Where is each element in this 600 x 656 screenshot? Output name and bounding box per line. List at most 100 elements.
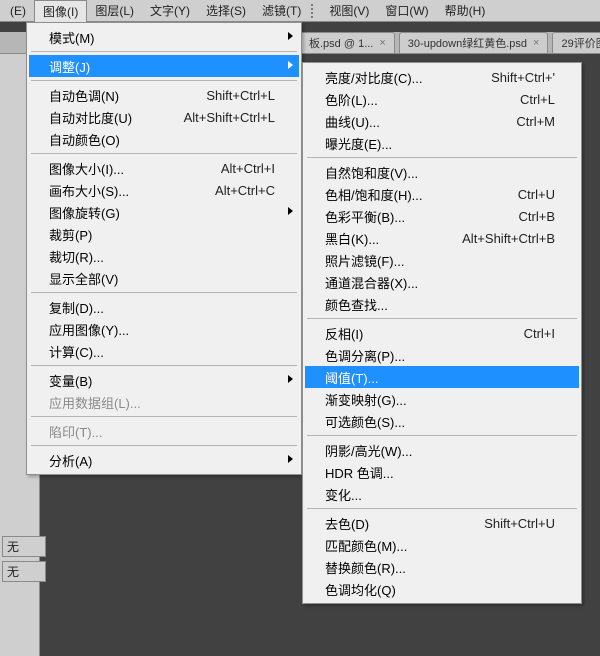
menu-item-label: 颜色查找... [325,295,555,314]
tab-label: 板.psd @ 1... [309,35,373,51]
menu-item-label: 复制(D)... [49,298,275,317]
image-menu-item[interactable]: 自动色调(N) Shift+Ctrl+L [29,84,299,106]
image-menu-item[interactable]: 分析(A) [29,449,299,471]
menu-item-label: 色调分离(P)... [325,346,555,365]
menu-item-label: 画布大小(S)... [49,181,187,200]
menu-select[interactable]: 选择(S) [198,0,254,21]
menu-edit[interactable]: (E) [2,2,34,20]
adjust-menu-item[interactable]: 阈值(T)... [305,366,579,388]
close-icon[interactable]: × [533,37,539,49]
image-menu-item[interactable]: 自动颜色(O) [29,128,299,150]
adjust-menu-item[interactable]: 曲线(U)...Ctrl+M [305,110,579,132]
menu-item-shortcut: Ctrl+L [520,92,555,107]
menu-item-shortcut: Shift+Ctrl+L [206,88,275,103]
image-menu-item[interactable]: 调整(J) [29,55,299,77]
menu-item-label: 调整(J) [49,57,275,76]
menu-item-label: 替换颜色(R)... [325,558,555,577]
adjust-menu-item[interactable]: 替换颜色(R)... [305,556,579,578]
menu-item-label: 应用图像(Y)... [49,320,275,339]
adjust-menu-item[interactable]: 可选颜色(S)... [305,410,579,432]
adjust-menu-item[interactable]: 去色(D)Shift+Ctrl+U [305,512,579,534]
image-menu-item[interactable]: 画布大小(S)... Alt+Ctrl+C [29,179,299,201]
image-menu-item[interactable]: 变量(B) [29,369,299,391]
adjust-menu-item[interactable]: 匹配颜色(M)... [305,534,579,556]
adjust-menu-separator [307,508,577,509]
submenu-arrow-icon [288,207,293,215]
menu-filter[interactable]: 滤镜(T) [254,0,309,21]
adjust-menu-item[interactable]: 色阶(L)... Ctrl+L [305,88,579,110]
menu-item-label: 图像大小(I)... [49,159,193,178]
menu-item-label: 裁剪(P) [49,225,275,244]
menu-item-shortcut: Ctrl+I [524,326,555,341]
image-menu-item[interactable]: 应用图像(Y)... [29,318,299,340]
image-menu-item[interactable]: 模式(M) [29,26,299,48]
menu-layer[interactable]: 图层(L) [87,0,142,21]
menu-window[interactable]: 窗口(W) [377,0,436,21]
adjust-menu-item[interactable]: 色相/饱和度(H)...Ctrl+U [305,183,579,205]
menu-item-label: HDR 色调... [325,463,555,482]
image-menu-item[interactable]: 显示全部(V) [29,267,299,289]
adjust-menu-item[interactable]: 照片滤镜(F)... [305,249,579,271]
adjust-menu-item[interactable]: 通道混合器(X)... [305,271,579,293]
menu-item-label: 图像旋转(G) [49,203,275,222]
adjust-menu-item[interactable]: 亮度/对比度(C)...Shift+Ctrl+' [305,66,579,88]
adjust-menu-item[interactable]: 颜色查找... [305,293,579,315]
adjust-menu-item[interactable]: 变化... [305,483,579,505]
menu-item-label: 可选颜色(S)... [325,412,555,431]
menu-item-label: 模式(M) [49,28,275,47]
adjust-menu-item[interactable]: 色调均化(Q) [305,578,579,600]
menu-item-label: 黑白(K)... [325,229,434,248]
dropdown-none-1[interactable]: 无 [2,536,46,557]
image-menu-item[interactable]: 自动对比度(U)Alt+Shift+Ctrl+L [29,106,299,128]
image-menu-item[interactable]: 裁剪(P) [29,223,299,245]
image-menu-separator [31,153,297,154]
dropdown-none-2[interactable]: 无 [2,561,46,582]
adjust-menu-item[interactable]: 色调分离(P)... [305,344,579,366]
menu-item-label: 曲线(U)... [325,112,488,131]
image-menu-item[interactable]: 裁切(R)... [29,245,299,267]
menu-item-label: 陷印(T)... [49,422,275,441]
image-menu-separator [31,445,297,446]
image-menu-item[interactable]: 图像大小(I)...Alt+Ctrl+I [29,157,299,179]
submenu-arrow-icon [288,61,293,69]
menu-item-label: 自动对比度(U) [49,108,156,127]
image-menu-item[interactable]: 复制(D)... [29,296,299,318]
adjust-menu-item[interactable]: 渐变映射(G)... [305,388,579,410]
menu-item-shortcut: Ctrl+U [518,187,555,202]
tab-doc-2[interactable]: 30-updown绿红黄色.psd × [399,32,549,53]
menu-item-label: 曝光度(E)... [325,134,555,153]
menu-item-shortcut: Ctrl+B [519,209,555,224]
menu-item-label: 显示全部(V) [49,269,275,288]
menu-item-label: 自动色调(N) [49,86,178,105]
menu-help[interactable]: 帮助(H) [437,0,494,21]
menu-item-label: 通道混合器(X)... [325,273,555,292]
menu-item-label: 阴影/高光(W)... [325,441,555,460]
left-dropdowns: 无 无 [2,536,46,586]
menu-item-label: 照片滤镜(F)... [325,251,555,270]
adjust-menu-separator [307,318,577,319]
adjust-menu-item[interactable]: 曝光度(E)... [305,132,579,154]
adjust-menu-item[interactable]: 阴影/高光(W)... [305,439,579,461]
close-icon[interactable]: × [379,37,385,49]
menu-item-shortcut: Shift+Ctrl+U [484,516,555,531]
image-menu-separator [31,365,297,366]
adjust-menu-item[interactable]: 色彩平衡(B)...Ctrl+B [305,205,579,227]
image-menu-item[interactable]: 计算(C)... [29,340,299,362]
tab-doc-3[interactable]: 29评价图 [552,32,600,53]
menu-item-label: 色阶(L)... [325,90,492,109]
adjust-menu-item[interactable]: HDR 色调... [305,461,579,483]
menu-item-shortcut: Alt+Ctrl+C [215,183,275,198]
adjust-menu-item[interactable]: 反相(I)Ctrl+I [305,322,579,344]
image-menu-item[interactable]: 图像旋转(G) [29,201,299,223]
adjust-menu-item[interactable]: 黑白(K)...Alt+Shift+Ctrl+B [305,227,579,249]
menu-image[interactable]: 图像(I) [34,0,87,22]
menu-item-label: 自动颜色(O) [49,130,275,149]
adjust-menu-item[interactable]: 自然饱和度(V)... [305,161,579,183]
menu-item-label: 裁切(R)... [49,247,275,266]
menu-item-label: 阈值(T)... [325,368,555,387]
tab-label: 29评价图 [561,35,600,51]
menu-item-label: 计算(C)... [49,342,275,361]
tab-doc-1[interactable]: 板.psd @ 1... × [300,32,395,53]
menu-view[interactable]: 视图(V) [321,0,377,21]
menu-type[interactable]: 文字(Y) [142,0,198,21]
